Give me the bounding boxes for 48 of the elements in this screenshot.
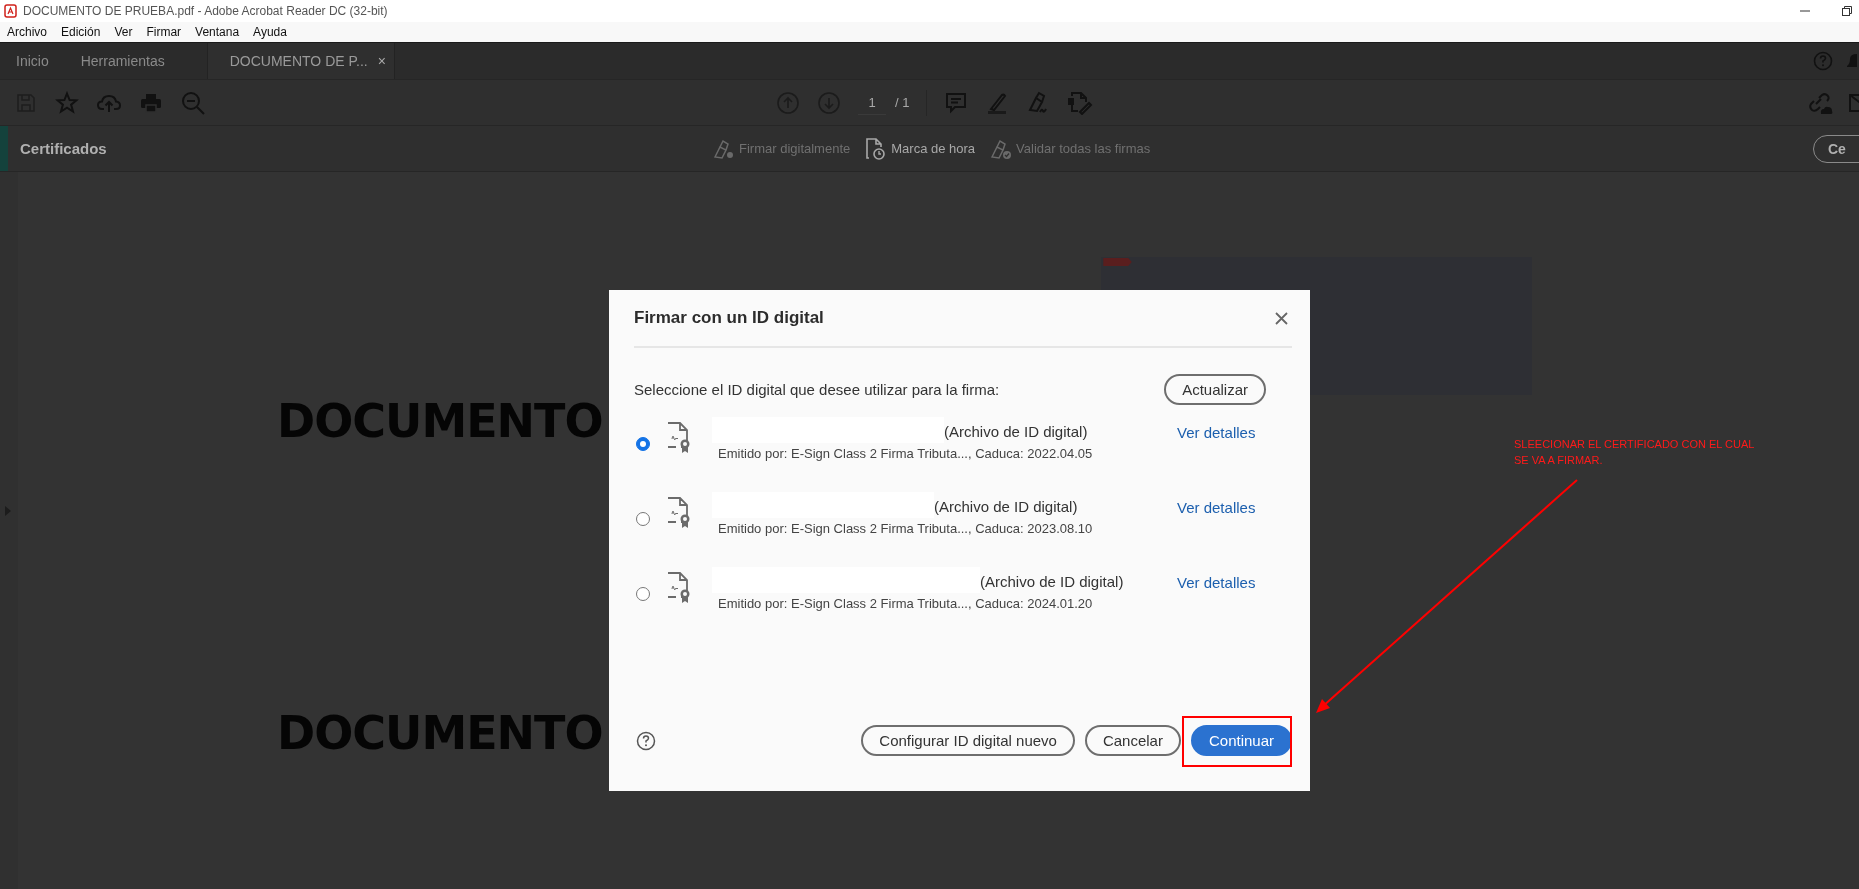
menu-item[interactable]: Edición xyxy=(61,25,101,39)
dialog-prompt: Seleccione el ID digital que desee utilizar para la firma: xyxy=(634,381,1000,398)
window-title: DOCUMENTO DE PRUEBA.pdf - Adobe Acrobat Reader DC (32-bit) xyxy=(23,4,389,18)
document-edit-icon[interactable] xyxy=(1067,90,1094,115)
annotation-note: SLEECIONAR EL CERTIFICADO CON EL CUAL SE VA A FIRMAR. xyxy=(1514,437,1755,468)
restore-icon[interactable] xyxy=(1841,5,1853,17)
menu-item[interactable]: Ayuda xyxy=(253,25,287,39)
close-icon[interactable] xyxy=(1275,311,1288,325)
dialog-button[interactable]: Cancelar xyxy=(1084,725,1181,756)
zoom-icon[interactable] xyxy=(180,89,206,116)
pdf-icon xyxy=(4,4,17,18)
radio-button[interactable] xyxy=(636,512,650,526)
tab-close-button[interactable]: × xyxy=(377,53,386,69)
pen-check-icon xyxy=(989,137,1013,160)
id-issuer: Emitido por: E-Sign Class 2 Firma Tributa..., Caduca: 2024.01.20 xyxy=(718,596,1094,611)
radio-button[interactable] xyxy=(636,587,650,601)
id-issuer: Emitido por: E-Sign Class 2 Firma Tributa..., Caduca: 2022.04.05 xyxy=(718,446,1094,461)
certificate-icon xyxy=(666,497,692,529)
tab[interactable]: DOCUMENTO DE P... × xyxy=(206,43,395,79)
dialog-title: Firmar con un ID digital xyxy=(634,308,824,328)
menu-item[interactable]: Firmar xyxy=(146,25,182,39)
certificate-icon xyxy=(666,572,692,604)
radio-button[interactable] xyxy=(636,437,650,451)
panel-accent xyxy=(0,126,8,171)
id-type: (Archivo de ID digital) xyxy=(980,573,1124,592)
id-type: (Archivo de ID digital) xyxy=(934,498,1078,517)
dialog-button[interactable]: Configurar ID digital nuevo xyxy=(861,725,1075,756)
refresh-button[interactable]: Actualizar xyxy=(1164,374,1266,405)
menu-item[interactable]: Ventana xyxy=(195,25,240,39)
comment-icon[interactable] xyxy=(944,90,969,115)
field-tag-icon xyxy=(1102,258,1134,266)
panel-title: Certificados xyxy=(20,140,108,157)
page-total: / 1 xyxy=(895,95,910,110)
details-link[interactable]: Ver detalles xyxy=(1177,574,1256,591)
details-link[interactable]: Ver detalles xyxy=(1177,499,1256,516)
menu-item[interactable]: Ver xyxy=(114,25,133,39)
help-icon[interactable] xyxy=(636,730,656,751)
toolbar-action[interactable]: Marca de hora xyxy=(864,137,976,160)
continue-button[interactable]: Continuar xyxy=(1190,725,1292,756)
page-number-field[interactable]: 1 xyxy=(858,90,886,115)
certificate-icon xyxy=(666,422,692,454)
menu-item[interactable]: Archivo xyxy=(7,25,47,39)
document-clock-icon xyxy=(864,137,888,160)
id-issuer: Emitido por: E-Sign Class 2 Firma Tributa..., Caduca: 2023.08.10 xyxy=(718,521,1094,536)
pen-icon xyxy=(712,137,735,160)
id-type: (Archivo de ID digital) xyxy=(944,423,1088,442)
star-icon[interactable] xyxy=(55,90,79,115)
details-link[interactable]: Ver detalles xyxy=(1177,424,1256,441)
